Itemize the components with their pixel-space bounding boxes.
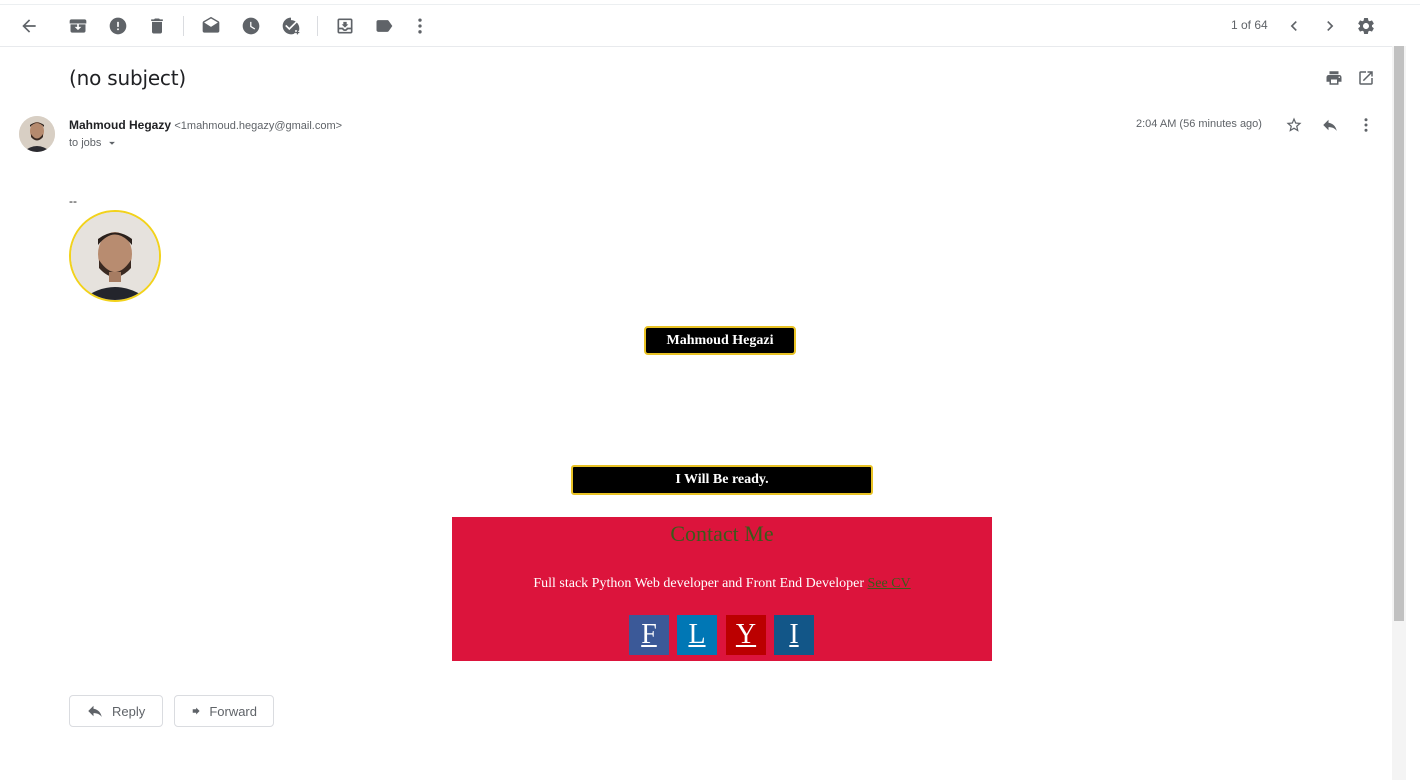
reply-arrow-icon — [88, 705, 102, 717]
sender-email: <1mahmoud.hegazy@gmail.com> — [174, 120, 343, 132]
recipients-dropdown[interactable]: to jobs — [69, 136, 119, 150]
toolbar-divider — [183, 16, 184, 36]
star-icon[interactable] — [1284, 115, 1304, 135]
see-cv-link[interactable]: See CV — [868, 576, 911, 591]
delete-icon[interactable] — [145, 14, 169, 38]
sender-name[interactable]: Mahmoud Hegazy — [69, 118, 171, 132]
sender-avatar[interactable] — [19, 116, 55, 152]
more-icon[interactable] — [408, 14, 432, 38]
ready-badge: I Will Be ready. — [571, 465, 873, 495]
move-to-icon[interactable] — [333, 14, 357, 38]
sender-line: Mahmoud Hegazy <1mahmoud.hegazy@gmail.co… — [69, 118, 342, 132]
signature-photo — [69, 210, 161, 302]
open-in-new-window-icon[interactable] — [1356, 68, 1376, 88]
forward-label: Forward — [209, 703, 257, 719]
name-badge: Mahmoud Hegazi — [644, 326, 796, 355]
archive-icon[interactable] — [66, 14, 90, 38]
role-text: Full stack Python Web developer and Fron… — [533, 576, 864, 591]
settings-gear-icon[interactable] — [1354, 14, 1378, 38]
dropdown-arrow-icon — [109, 141, 116, 145]
email-timestamp: 2:04 AM (56 minutes ago) — [1136, 118, 1262, 130]
recipients-label: to jobs — [69, 137, 102, 149]
top-border — [0, 0, 1420, 5]
reply-button[interactable]: Reply — [69, 695, 163, 727]
facebook-link[interactable]: F — [629, 615, 669, 655]
instagram-link[interactable]: I — [774, 615, 814, 655]
snooze-icon[interactable] — [239, 14, 263, 38]
print-icon[interactable] — [1324, 68, 1344, 88]
linkedin-link[interactable]: L — [677, 615, 717, 655]
pagination-count: 1 of 64 — [1231, 18, 1268, 32]
mark-unread-icon[interactable] — [199, 14, 223, 38]
forward-button[interactable]: Forward — [174, 695, 274, 727]
toolbar-divider — [317, 16, 318, 36]
contact-title: Contact Me — [670, 521, 774, 546]
youtube-link[interactable]: Y — [726, 615, 766, 655]
older-chevron-right-icon[interactable] — [1318, 14, 1342, 38]
report-spam-icon[interactable] — [106, 14, 130, 38]
scrollbar-thumb[interactable] — [1394, 46, 1404, 621]
email-subject: (no subject) — [69, 66, 186, 90]
email-toolbar: 1 of 64 — [0, 6, 1400, 47]
contact-card: Contact Me Full stack Python Web develop… — [452, 517, 992, 661]
contact-description: Full stack Python Web developer and Fron… — [452, 576, 992, 592]
reply-label: Reply — [112, 703, 146, 719]
newer-chevron-left-icon[interactable] — [1282, 14, 1306, 38]
more-options-icon[interactable] — [1356, 115, 1376, 135]
add-to-tasks-icon[interactable] — [279, 14, 303, 38]
back-arrow-icon[interactable] — [17, 14, 41, 38]
reply-icon[interactable] — [1320, 115, 1340, 135]
signature-separator: -- — [69, 194, 77, 208]
forward-arrow-icon — [192, 707, 200, 715]
label-icon[interactable] — [372, 14, 396, 38]
